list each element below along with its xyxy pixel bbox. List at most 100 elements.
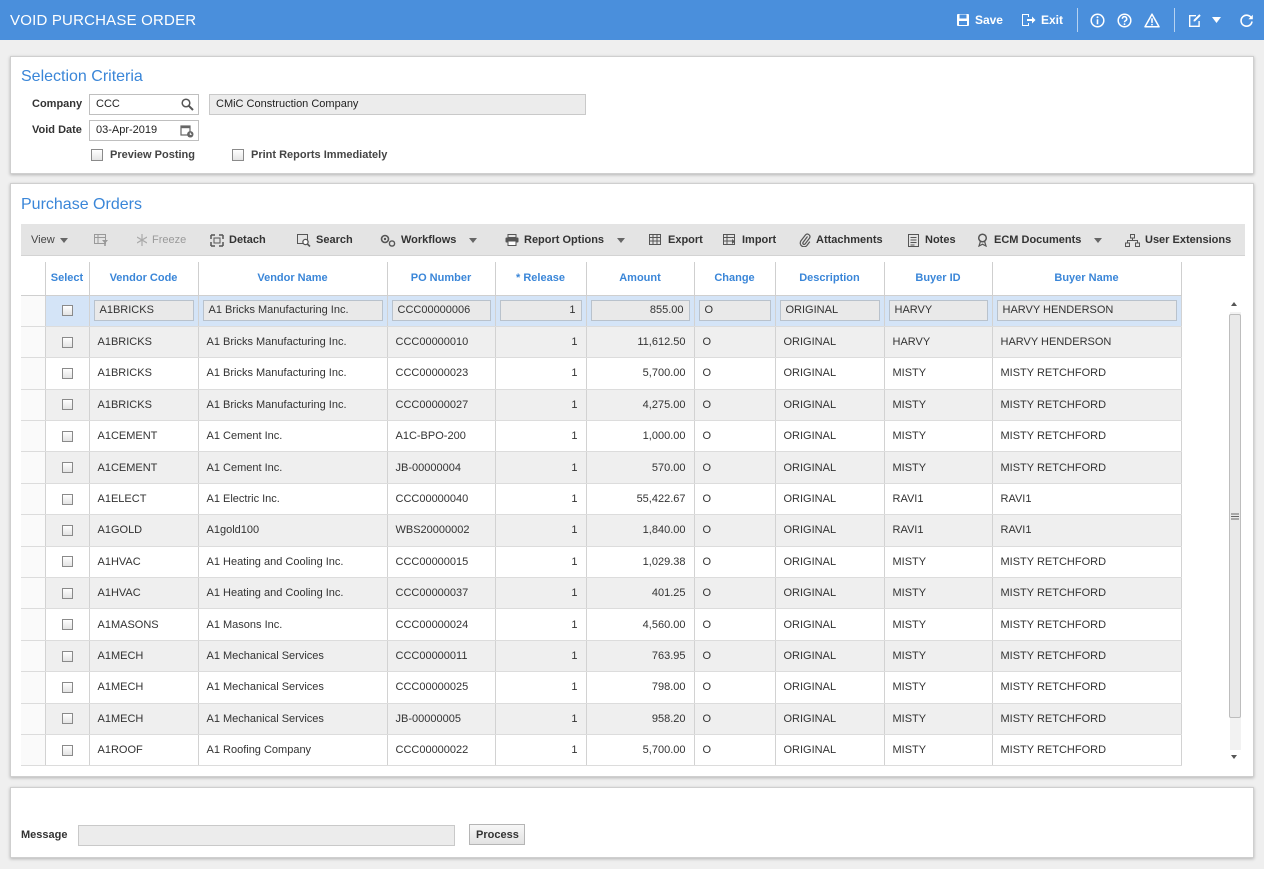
column-header-vendor-code[interactable]: Vendor Code — [89, 262, 199, 296]
row-select-checkbox[interactable] — [61, 681, 73, 693]
row-header-cell[interactable] — [21, 608, 46, 641]
process-button[interactable]: Process — [469, 824, 525, 845]
notes-button[interactable]: Notes — [908, 224, 956, 256]
info-icon[interactable] — [1090, 12, 1105, 28]
vendor-name-input[interactable]: A1 Bricks Manufacturing Inc. — [202, 300, 383, 322]
detach-button[interactable]: Detach — [210, 224, 266, 256]
row-select-checkbox[interactable] — [61, 462, 73, 474]
row-select-checkbox[interactable] — [61, 556, 73, 568]
scroll-thumb[interactable] — [1229, 314, 1241, 718]
column-header-po-number[interactable]: PO Number — [387, 262, 496, 296]
import-button[interactable]: Import — [723, 224, 776, 256]
row-select-checkbox[interactable] — [61, 305, 73, 317]
row-header-cell[interactable] — [21, 546, 46, 579]
row-select-checkbox[interactable] — [61, 430, 73, 442]
search-icon[interactable] — [181, 98, 194, 111]
table-row[interactable]: A1CEMENT A1 Cement Inc. A1C-BPO-200 1 1,000.… — [21, 420, 1182, 453]
table-row[interactable]: A1HVAC A1 Heating and Cooling Inc. CCC0000… — [21, 577, 1182, 610]
row-select-checkbox[interactable] — [61, 399, 73, 411]
column-header-release[interactable]: * Release — [495, 262, 587, 296]
row-header-cell[interactable] — [21, 295, 46, 327]
exit-button[interactable]: Exit — [1021, 13, 1063, 27]
table-row[interactable]: A1BRICKS A1 Bricks Manufacturing Inc. CCC0… — [21, 389, 1182, 422]
row-select-checkbox[interactable] — [61, 525, 73, 537]
row-header-cell[interactable] — [21, 577, 46, 610]
company-input[interactable]: CCC — [89, 94, 199, 115]
table-row[interactable]: A1ELECT A1 Electric Inc. CCC00000040 1 55,42… — [21, 483, 1182, 516]
description-input[interactable]: ORIGINAL — [779, 300, 880, 322]
print-reports-checkbox[interactable] — [232, 149, 244, 161]
save-button[interactable]: Save — [956, 13, 1003, 27]
column-header-select[interactable]: Select — [45, 262, 90, 296]
row-select-checkbox[interactable] — [61, 336, 73, 348]
table-row[interactable]: A1GOLD A1gold100 WBS20000002 1 1,840.00 O ORIG… — [21, 514, 1182, 547]
column-header-vendor-name[interactable]: Vendor Name — [198, 262, 388, 296]
row-header-cell[interactable] — [21, 671, 46, 704]
table-row[interactable]: A1BRICKS A1 Bricks Manufacturing Inc. CCC0… — [21, 357, 1182, 390]
chevron-down-icon[interactable] — [1212, 17, 1221, 23]
row-header-cell[interactable] — [21, 640, 46, 673]
user-extensions-button[interactable]: User Extensions — [1125, 224, 1231, 256]
scroll-down-arrow[interactable] — [1231, 755, 1237, 759]
freeze-button[interactable]: Freeze — [137, 224, 186, 256]
column-header-description[interactable]: Description — [775, 262, 885, 296]
change-input[interactable]: O — [698, 300, 771, 322]
void-date-input[interactable]: 03-Apr-2019 — [89, 120, 199, 141]
preview-posting-checkbox[interactable] — [91, 149, 103, 161]
workflows-menu[interactable]: Workflows — [380, 224, 478, 256]
table-row[interactable]: A1ROOF A1 Roofing Company CCC00000022 1 5,70… — [21, 734, 1182, 767]
vendor-code-input[interactable]: A1BRICKS — [93, 300, 194, 322]
warning-icon[interactable] — [1144, 12, 1160, 28]
help-icon[interactable] — [1117, 12, 1132, 28]
filter-button[interactable] — [94, 224, 108, 256]
column-header-change[interactable]: Change — [694, 262, 776, 296]
column-header-buyer-name[interactable]: Buyer Name — [992, 262, 1182, 296]
row-header-cell[interactable] — [21, 389, 46, 422]
preview-posting-label: Preview Posting — [110, 149, 195, 161]
row-header-cell[interactable] — [21, 483, 46, 516]
column-header-amount[interactable]: Amount — [586, 262, 695, 296]
row-select-checkbox[interactable] — [61, 368, 73, 380]
po-number-input[interactable]: CCC00000006 — [391, 300, 491, 322]
workflows-label: Workflows — [401, 234, 457, 246]
purchase-orders-table: Select Vendor Code Vendor Name PO Number… — [21, 262, 1182, 767]
table-row[interactable]: A1MECH A1 Mechanical Services CCC00000025 1… — [21, 671, 1182, 704]
search-button[interactable]: Search — [297, 224, 353, 256]
table-row[interactable]: A1BRICKS A1 Bricks Manufacturing Inc. CCC0… — [21, 295, 1182, 327]
table-row[interactable]: A1BRICKS A1 Bricks Manufacturing Inc. CCC0… — [21, 326, 1182, 359]
row-header-cell[interactable] — [21, 420, 46, 453]
ecm-documents-menu[interactable]: ECM Documents — [976, 224, 1103, 256]
row-header-cell[interactable] — [21, 326, 46, 359]
table-row[interactable]: A1MECH A1 Mechanical Services CCC00000011 1… — [21, 640, 1182, 673]
calendar-icon[interactable] — [180, 124, 194, 138]
row-select-checkbox[interactable] — [61, 650, 73, 662]
report-options-menu[interactable]: Report Options — [505, 224, 626, 256]
release-input[interactable]: 1 — [499, 300, 582, 322]
row-header-cell[interactable] — [21, 734, 46, 767]
table-row[interactable]: A1MASONS A1 Masons Inc. CCC00000024 1 4,560.… — [21, 608, 1182, 641]
amount-input[interactable]: 855.00 — [590, 300, 690, 322]
row-select-checkbox[interactable] — [61, 619, 73, 631]
refresh-icon[interactable] — [1239, 13, 1254, 28]
attachments-button[interactable]: Attachments — [799, 224, 883, 256]
buyer-id-input[interactable]: HARVY — [888, 300, 988, 322]
table-row[interactable]: A1HVAC A1 Heating and Cooling Inc. CCC0000… — [21, 546, 1182, 579]
export-button[interactable]: Export — [649, 224, 703, 256]
row-header-cell[interactable] — [21, 703, 46, 735]
row-select-checkbox[interactable] — [61, 713, 73, 725]
row-select-checkbox[interactable] — [61, 744, 73, 756]
view-menu[interactable]: View — [31, 224, 68, 256]
row-select-checkbox[interactable] — [61, 493, 73, 505]
table-row[interactable]: A1CEMENT A1 Cement Inc. JB-00000004 1 570.00… — [21, 451, 1182, 484]
scroll-up-arrow[interactable] — [1231, 302, 1237, 306]
table-row[interactable]: A1MECH A1 Mechanical Services JB-00000005 1… — [21, 703, 1182, 735]
row-header-cell[interactable] — [21, 451, 46, 484]
vertical-scrollbar[interactable] — [1227, 298, 1243, 764]
column-header-buyer-id[interactable]: Buyer ID — [884, 262, 993, 296]
edit-note-icon[interactable] — [1187, 13, 1202, 28]
buyer-name-input[interactable]: HARVY HENDERSON — [996, 300, 1177, 322]
row-header-cell[interactable] — [21, 514, 46, 547]
row-header-cell[interactable] — [21, 357, 46, 390]
row-select-checkbox[interactable] — [61, 587, 73, 599]
vendor-name-cell: A1 Bricks Manufacturing Inc. — [198, 357, 388, 390]
